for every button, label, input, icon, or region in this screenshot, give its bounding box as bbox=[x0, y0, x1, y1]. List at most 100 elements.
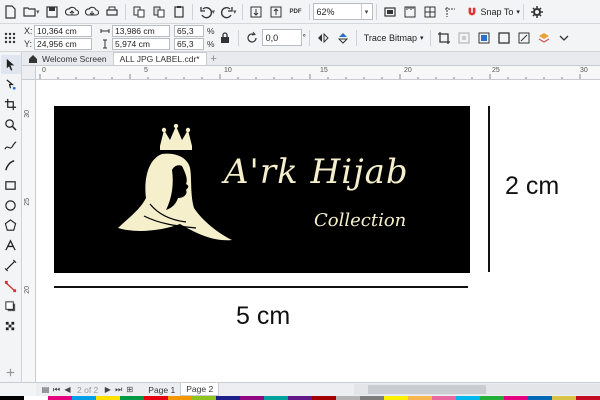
tab-welcome-screen[interactable]: Welcome Screen bbox=[22, 52, 113, 65]
more-options-button[interactable] bbox=[554, 28, 574, 48]
label-background[interactable]: A'rk Hijab Collection bbox=[54, 106, 470, 273]
height-input[interactable]: 5,974 cm bbox=[112, 38, 170, 50]
color-swatch[interactable] bbox=[432, 396, 456, 400]
new-tab-button[interactable]: + bbox=[207, 53, 221, 65]
mirror-horizontal-button[interactable] bbox=[313, 28, 333, 48]
add-page-button[interactable]: ⊞ bbox=[124, 384, 135, 395]
drop-shadow-tool[interactable] bbox=[1, 297, 21, 316]
color-swatch[interactable] bbox=[480, 396, 504, 400]
export-button[interactable] bbox=[266, 2, 286, 22]
frame-button[interactable] bbox=[494, 28, 514, 48]
height-dimension-label[interactable]: 2 cm bbox=[505, 172, 559, 201]
zoom-tool[interactable] bbox=[1, 115, 21, 134]
color-swatch[interactable] bbox=[240, 396, 264, 400]
previous-page-button[interactable]: ◀ bbox=[62, 384, 73, 395]
add-tool-button[interactable] bbox=[1, 363, 21, 382]
document-pages-icon[interactable]: ▤ bbox=[40, 384, 51, 395]
artistic-media-tool[interactable] bbox=[1, 156, 21, 175]
brand-name-text[interactable]: A'rk Hijab bbox=[224, 152, 409, 192]
width-input[interactable]: 13,986 cm bbox=[112, 25, 170, 37]
color-swatch[interactable] bbox=[96, 396, 120, 400]
color-swatch[interactable] bbox=[24, 396, 48, 400]
color-swatch[interactable] bbox=[312, 396, 336, 400]
new-document-button[interactable] bbox=[0, 2, 20, 22]
lock-ratio-button[interactable] bbox=[215, 28, 235, 48]
height-dimension-line[interactable] bbox=[488, 106, 490, 272]
brand-subtitle-text[interactable]: Collection bbox=[314, 210, 406, 231]
color-swatch[interactable] bbox=[504, 396, 528, 400]
pick-tool[interactable] bbox=[0, 55, 21, 75]
color-swatch[interactable] bbox=[408, 396, 432, 400]
save-button[interactable] bbox=[42, 2, 62, 22]
color-swatch[interactable] bbox=[168, 396, 192, 400]
color-swatch[interactable] bbox=[216, 396, 240, 400]
zoom-level-select[interactable]: 62% ▾ bbox=[312, 3, 373, 20]
color-swatch[interactable] bbox=[384, 396, 408, 400]
crop-bitmap-button[interactable] bbox=[434, 28, 454, 48]
shape-tool[interactable] bbox=[1, 75, 21, 94]
width-dimension-line[interactable] bbox=[54, 286, 468, 288]
color-swatch[interactable] bbox=[192, 396, 216, 400]
crop-tool[interactable] bbox=[1, 95, 21, 114]
vertical-ruler[interactable]: 30 25 20 bbox=[22, 80, 36, 382]
color-swatch[interactable] bbox=[456, 396, 480, 400]
color-swatch[interactable] bbox=[264, 396, 288, 400]
horizontal-ruler[interactable]: 0 5 10 15 20 25 30 bbox=[36, 66, 600, 80]
arrange-button[interactable] bbox=[534, 28, 554, 48]
resample-button[interactable] bbox=[454, 28, 474, 48]
options-button[interactable] bbox=[527, 2, 547, 22]
color-swatch[interactable] bbox=[528, 396, 552, 400]
cut-button[interactable] bbox=[129, 2, 149, 22]
mirror-vertical-button[interactable] bbox=[333, 28, 353, 48]
import-button[interactable] bbox=[246, 2, 266, 22]
scale-x-input[interactable]: 65,3 bbox=[174, 25, 204, 37]
cloud-upload-button[interactable] bbox=[62, 2, 82, 22]
color-swatch[interactable] bbox=[120, 396, 144, 400]
color-swatch[interactable] bbox=[48, 396, 72, 400]
x-position-input[interactable]: 10,364 cm bbox=[34, 25, 92, 37]
color-swatch[interactable] bbox=[360, 396, 384, 400]
first-page-button[interactable]: ⏮ bbox=[51, 384, 62, 395]
publish-pdf-button[interactable]: PDF bbox=[286, 2, 306, 22]
last-page-button[interactable]: ⏭ bbox=[113, 384, 124, 395]
rectangle-tool[interactable] bbox=[1, 176, 21, 195]
color-swatch[interactable] bbox=[552, 396, 576, 400]
print-button[interactable] bbox=[102, 2, 122, 22]
paste-button[interactable] bbox=[169, 2, 189, 22]
snap-to-menu[interactable]: Snap To ▾ bbox=[466, 6, 520, 18]
next-page-button[interactable]: ▶ bbox=[102, 384, 113, 395]
trace-bitmap-button[interactable]: Trace Bitmap ▾ bbox=[364, 33, 424, 43]
freehand-tool[interactable] bbox=[1, 136, 21, 155]
polygon-tool[interactable] bbox=[1, 216, 21, 235]
parallel-dimension-tool[interactable] bbox=[1, 256, 21, 275]
full-screen-button[interactable] bbox=[380, 2, 400, 22]
color-swatch[interactable] bbox=[288, 396, 312, 400]
guidelines-button[interactable] bbox=[440, 2, 460, 22]
connector-tool[interactable] bbox=[1, 277, 21, 296]
y-position-input[interactable]: 24,956 cm bbox=[34, 38, 92, 50]
cloud-download-button[interactable] bbox=[82, 2, 102, 22]
color-swatch[interactable] bbox=[144, 396, 168, 400]
rotation-input[interactable]: 0,0 bbox=[261, 29, 302, 46]
page-tab-1[interactable]: Page 1 bbox=[143, 383, 180, 396]
copy-button[interactable] bbox=[149, 2, 169, 22]
edit-bitmap-button[interactable] bbox=[514, 28, 534, 48]
color-swatch[interactable] bbox=[72, 396, 96, 400]
ruler-origin[interactable] bbox=[22, 66, 36, 80]
color-swatch[interactable] bbox=[0, 396, 24, 400]
text-tool[interactable] bbox=[1, 236, 21, 255]
rulers-button[interactable] bbox=[400, 2, 420, 22]
bitmap-mask-button[interactable] bbox=[474, 28, 494, 48]
tab-all-jpg-label[interactable]: ALL JPG LABEL.cdr* bbox=[112, 52, 207, 65]
drawing-canvas[interactable]: A'rk Hijab Collection 2 cm 5 cm bbox=[36, 80, 600, 382]
scale-y-input[interactable]: 65,3 bbox=[174, 38, 204, 50]
ellipse-tool[interactable] bbox=[1, 196, 21, 215]
width-dimension-label[interactable]: 5 cm bbox=[236, 302, 290, 331]
color-swatch[interactable] bbox=[336, 396, 360, 400]
color-swatch[interactable] bbox=[576, 396, 600, 400]
grid-button[interactable] bbox=[420, 2, 440, 22]
transparency-tool[interactable] bbox=[1, 317, 21, 336]
object-origin-button[interactable] bbox=[0, 28, 20, 48]
page-tab-2[interactable]: Page 2 bbox=[180, 383, 220, 396]
horizontal-scrollbar[interactable] bbox=[354, 384, 600, 395]
